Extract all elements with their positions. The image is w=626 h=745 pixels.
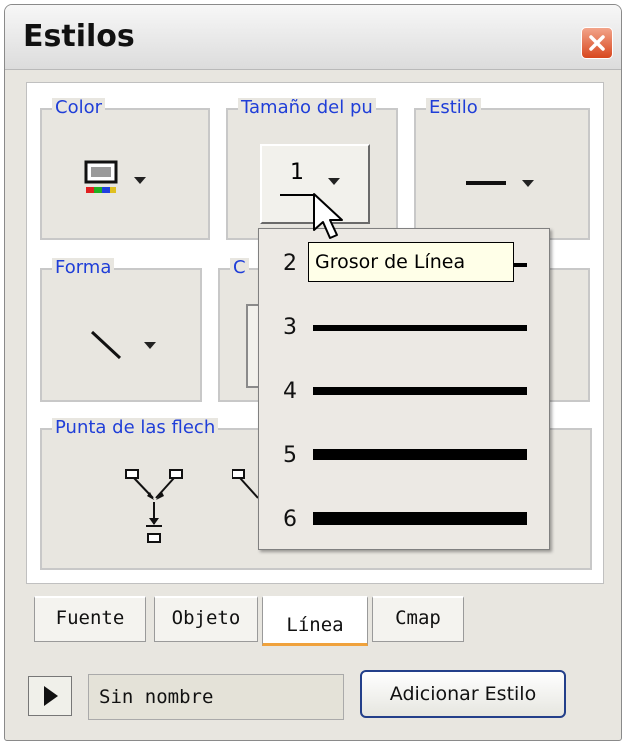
line-width-option-3[interactable]: 3 bbox=[259, 299, 549, 355]
line-style-icon bbox=[466, 181, 506, 185]
tooltip: Grosor de Línea bbox=[308, 242, 514, 282]
option-label: 6 bbox=[283, 507, 297, 532]
size-group-label: Tamaño del pu bbox=[238, 98, 376, 118]
line-style-picker[interactable] bbox=[466, 168, 556, 198]
option-label: 4 bbox=[283, 379, 297, 404]
arrowhead-group-label: Punta de las flech bbox=[52, 418, 219, 438]
style-group-label: Estilo bbox=[426, 98, 481, 118]
line-shape-picker[interactable] bbox=[86, 324, 166, 368]
arrowhead-picker[interactable] bbox=[120, 466, 190, 550]
line-width-option-4[interactable]: 4 bbox=[259, 363, 549, 419]
line-width-option-6[interactable]: 6 bbox=[259, 491, 549, 547]
tab-cmap[interactable]: Cmap bbox=[372, 596, 464, 642]
color-group-label: Color bbox=[52, 98, 105, 118]
chevron-down-icon bbox=[134, 177, 146, 184]
line-width-sample bbox=[313, 449, 527, 460]
option-label: 3 bbox=[283, 315, 297, 340]
shape-group-label: Forma bbox=[52, 258, 115, 278]
color-picker[interactable] bbox=[84, 160, 164, 200]
shape-group: Forma bbox=[40, 258, 202, 402]
style-name-field[interactable]: Sin nombre bbox=[88, 674, 344, 720]
tab-fuente[interactable]: Fuente bbox=[34, 596, 146, 642]
line-size-value: 1 bbox=[290, 160, 304, 185]
chevron-down-icon bbox=[328, 178, 340, 185]
chevron-down-icon bbox=[144, 342, 156, 349]
hidden-group-label: C bbox=[230, 258, 249, 278]
tab-linea[interactable]: Línea bbox=[262, 596, 368, 646]
title-bar[interactable]: Estilos bbox=[5, 5, 621, 70]
window-title: Estilos bbox=[23, 19, 135, 54]
add-style-button[interactable]: Adicionar Estilo bbox=[360, 670, 566, 718]
option-label: 5 bbox=[283, 443, 297, 468]
line-width-sample bbox=[313, 387, 527, 395]
line-sample bbox=[280, 194, 314, 196]
line-width-sample bbox=[313, 325, 527, 331]
close-button[interactable] bbox=[581, 27, 613, 59]
line-width-option-5[interactable]: 5 bbox=[259, 427, 549, 483]
play-button[interactable] bbox=[28, 676, 72, 716]
mouse-cursor-icon bbox=[312, 192, 346, 248]
tab-objeto[interactable]: Objeto bbox=[154, 596, 258, 642]
chevron-down-icon bbox=[522, 180, 534, 187]
color-group: Color bbox=[40, 98, 210, 240]
line-width-sample bbox=[313, 512, 527, 525]
style-group: Estilo bbox=[414, 98, 590, 240]
option-label: 2 bbox=[283, 251, 297, 276]
